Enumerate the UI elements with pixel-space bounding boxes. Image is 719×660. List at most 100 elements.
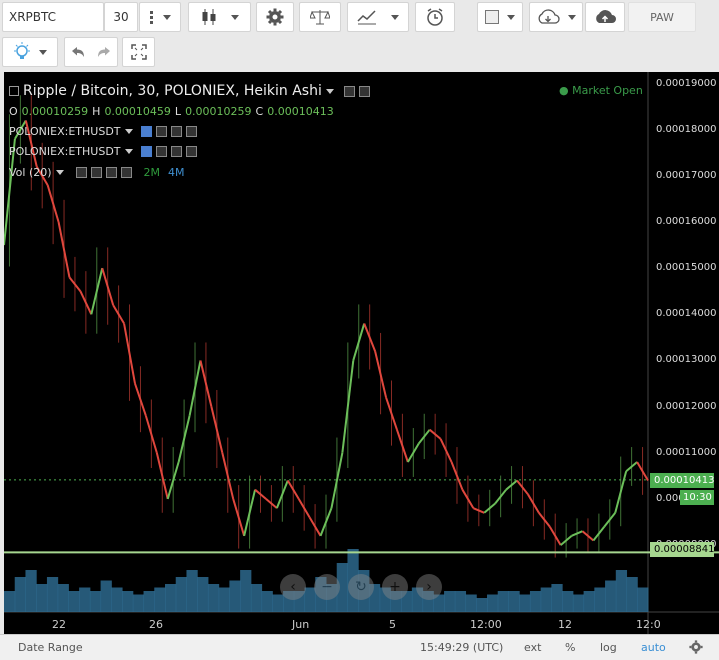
chevron-down-icon[interactable] [55,170,64,175]
volume-bar [615,570,628,612]
volume-bar [540,587,552,612]
volume-bar [562,591,574,612]
scroll-left-button[interactable]: ‹ [280,574,306,600]
ext-toggle[interactable]: ext [524,641,541,654]
volume-bar [89,591,102,612]
time-tick-label: 12:0 [636,618,661,631]
profile-tab[interactable]: PAW [628,2,696,32]
time-tick-label: 26 [149,618,163,631]
alert-button[interactable] [415,2,455,32]
volume-bar [79,587,91,612]
alarm-clock-icon [427,8,443,26]
log-toggle[interactable]: log [600,641,617,654]
collapse-icon[interactable] [9,86,19,96]
countdown-text: 10:30 [683,492,712,503]
utc-clock[interactable]: 15:49:29 (UTC) [420,641,503,654]
plus-icon[interactable] [170,146,182,157]
scales-icon [310,10,330,25]
eye-icon[interactable] [75,167,87,178]
time-tick-label: 22 [52,618,66,631]
chevron-down-icon[interactable] [325,88,334,94]
gear-icon[interactable] [90,167,102,178]
series-format-icon[interactable] [358,85,370,97]
volume-bar [111,587,123,612]
chart-nav-controls: ‹ − ↻ + › [280,574,442,600]
volume-bar [261,591,273,612]
series-settings-icon[interactable] [343,85,355,97]
chevron-down-icon [391,14,399,20]
close-icon[interactable] [120,167,132,178]
volume-bar [68,591,80,612]
interval-input[interactable]: 30 [104,2,138,32]
zoom-out-button[interactable]: − [314,574,340,600]
profile-label: PAW [650,10,674,24]
interval-label: 30 [113,10,129,24]
reset-button[interactable]: ↻ [348,574,374,600]
volume-bar [229,580,241,612]
hotlist-button[interactable] [2,37,58,67]
percent-toggle[interactable]: % [565,641,575,654]
chart-pane[interactable]: Ripple / Bitcoin, 30, POLONIEX, Heikin A… [4,72,719,634]
volume-bar [529,591,542,612]
price-tick-label: 0.00019000 [656,77,717,89]
volume-label[interactable]: Vol (20) [9,166,52,179]
chart-style-button[interactable] [188,2,251,32]
gear-icon[interactable] [689,640,703,654]
symbol-search-input[interactable]: XRPBTC [2,2,104,32]
gear-icon[interactable] [155,146,167,157]
color-theme-button[interactable] [477,2,523,32]
ohlc-l-label: L [174,105,182,118]
compare-button[interactable] [299,2,341,32]
interval-menu-button[interactable] [139,2,181,32]
eye-icon[interactable] [140,146,152,157]
plus-icon[interactable] [105,167,117,178]
volume-bar [497,591,509,612]
ohlc-o-label: O [9,105,18,118]
undo-icon[interactable] [71,46,85,58]
chevron-down-icon[interactable] [124,149,133,154]
chevron-down-icon [39,49,47,55]
ohlc-low: 0.00010259 [185,105,252,118]
redo-icon[interactable] [97,46,111,58]
comparison-label-1[interactable]: POLONIEX:ETHUSDT [9,125,121,138]
time-tick-label: 5 [389,618,396,631]
close-icon[interactable] [185,126,197,137]
scroll-right-button[interactable]: › [416,574,442,600]
volume-bar [46,577,59,612]
ohlc-c-label: C [255,105,264,118]
candles-icon [202,9,215,25]
load-chart-button[interactable] [529,2,583,32]
price-tick-label: 0.00015000 [656,262,717,274]
price-tick-label: 0.00014000 [656,308,717,320]
volume-bar [218,587,230,612]
close-icon[interactable] [185,146,197,157]
ohlc-high: 0.00010459 [104,105,171,118]
volume-bar [444,591,456,612]
cloud-download-icon [538,9,560,24]
price-tick-label: 0.00017000 [656,169,717,181]
ohlc-open: 0.00010259 [21,105,89,118]
chart-legend-title: Ripple / Bitcoin, 30, POLONIEX, Heikin A… [9,83,370,99]
series-title[interactable]: Ripple / Bitcoin, 30, POLONIEX, Heikin A… [23,83,322,99]
price-tick-label: 0.00011000 [656,446,717,458]
fullscreen-button[interactable] [122,37,155,67]
indicators-button[interactable] [347,2,409,32]
cloud-upload-icon [596,10,616,23]
date-range-button[interactable]: Date Range [18,641,83,654]
settings-button[interactable] [256,2,294,32]
market-status: ● Market Open [559,84,643,97]
chevron-down-icon[interactable] [124,129,133,134]
volume-bar [14,577,26,612]
comparison-label-2[interactable]: POLONIEX:ETHUSDT [9,145,121,158]
zoom-in-button[interactable]: + [382,574,408,600]
auto-toggle[interactable]: auto [641,641,666,654]
comparison-legend-1: POLONIEX:ETHUSDT [9,125,197,138]
save-chart-button[interactable] [585,2,625,32]
countdown-badge: 10:30 [680,490,714,505]
volume-bar [165,584,177,612]
volume-bar [454,591,467,612]
eye-icon[interactable] [140,126,152,137]
chevron-down-icon [507,14,515,20]
gear-icon[interactable] [155,126,167,137]
plus-icon[interactable] [170,126,182,137]
